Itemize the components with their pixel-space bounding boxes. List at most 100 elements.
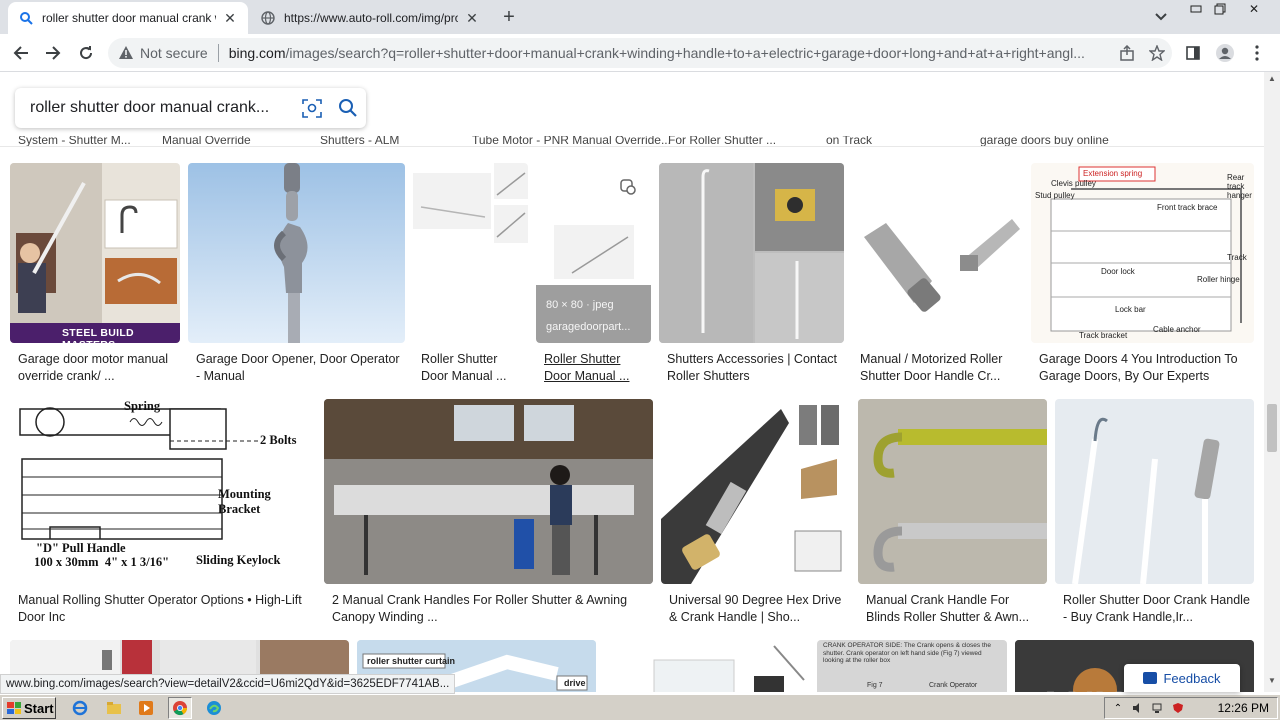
forward-arrow-icon[interactable]: [42, 42, 64, 64]
media-player-icon[interactable]: [136, 698, 156, 718]
image-caption[interactable]: Garage Doors 4 You Introduction To Garag…: [1039, 351, 1253, 385]
close-tab-icon[interactable]: ✕: [222, 10, 238, 26]
search-favicon-icon: [18, 10, 34, 26]
bing-images-page: roller shutter door manual crank... Syst…: [0, 72, 1264, 692]
tab-bing-search[interactable]: roller shutter door manual crank winding…: [8, 2, 248, 34]
magnifier-icon[interactable]: [330, 90, 366, 126]
image-result-tile[interactable]: Extension spring Clevis pulley Stud pull…: [1031, 163, 1254, 343]
minimize-icon[interactable]: [1184, 0, 1208, 18]
security-shield-icon[interactable]: [1171, 701, 1185, 715]
search-box[interactable]: roller shutter door manual crank...: [15, 88, 366, 128]
folder-icon[interactable]: [104, 698, 124, 718]
image-result-tile[interactable]: [858, 399, 1047, 584]
start-label: Start: [24, 700, 54, 716]
divider: [0, 146, 1264, 147]
profile-avatar-icon[interactable]: [1214, 42, 1236, 64]
url-path: /images/search?q=roller+shutter+door+man…: [285, 45, 1085, 61]
image-result-tile[interactable]: CRANK OPERATOR SIDE: The Crank opens & c…: [817, 640, 1007, 692]
image-caption[interactable]: Manual Crank Handle For Blinds Roller Sh…: [866, 592, 1046, 626]
hex-handle-photo: [864, 219, 1020, 312]
garage-crank-photo: [10, 163, 180, 343]
speaker-icon[interactable]: [1131, 701, 1145, 715]
image-caption[interactable]: Universal 90 Degree Hex Drive & Crank Ha…: [669, 592, 849, 626]
scrollbar-thumb[interactable]: [1267, 404, 1277, 452]
side-panel-icon[interactable]: [1182, 42, 1204, 64]
image-result-tile[interactable]: [604, 640, 809, 692]
scroll-down-arrow-icon[interactable]: ▼: [1264, 676, 1280, 690]
feedback-label: Feedback: [1163, 670, 1221, 686]
diagram-label: 2 Bolts: [260, 433, 297, 447]
image-result-tile[interactable]: [1055, 399, 1254, 584]
diagram-label: Mounting Bracket: [218, 487, 271, 516]
image-result-tile[interactable]: [188, 163, 405, 343]
image-result-tile-hovered[interactable]: 80 × 80 · jpeg garagedoorpart...: [536, 163, 651, 343]
page-scrollbar[interactable]: ▲ ▼: [1264, 72, 1280, 692]
image-result-tile[interactable]: Spring 2 Bolts Mounting Bracket "D" Pull…: [10, 399, 316, 584]
start-button[interactable]: Start: [2, 697, 56, 719]
tab-auto-roll[interactable]: https://www.auto-roll.com/img/products ✕: [250, 2, 490, 34]
share-icon[interactable]: [1112, 38, 1142, 68]
diagram-label: Stud pulley: [1035, 191, 1075, 200]
image-source: garagedoorpart...: [546, 321, 631, 333]
warning-triangle-icon[interactable]: [118, 45, 134, 61]
network-icon[interactable]: [1151, 701, 1165, 715]
bookmark-star-icon[interactable]: [1142, 38, 1172, 68]
diagram-label: Door lock: [1101, 267, 1135, 276]
image-caption[interactable]: Roller Shutter Door Crank Handle - Buy C…: [1063, 592, 1253, 626]
security-label[interactable]: Not secure: [140, 45, 208, 61]
diagram-label: drive: [564, 678, 586, 688]
image-caption[interactable]: Roller Shutter Door Manual ...: [544, 351, 644, 385]
browser-toolbar: Not secure bing.com/images/search?q=roll…: [0, 34, 1280, 72]
divider: [217, 44, 219, 62]
tile-overlay-text: STEEL BUILD MASTERS: [62, 327, 134, 343]
image-result-tile[interactable]: [661, 399, 850, 584]
image-caption[interactable]: Garage Door Opener, Door Operator - Manu…: [196, 351, 402, 385]
close-window-icon[interactable]: ✕: [1242, 0, 1266, 18]
address-bar[interactable]: Not secure bing.com/images/search?q=roll…: [108, 38, 1172, 68]
new-tab-icon[interactable]: +: [498, 6, 520, 28]
restore-icon[interactable]: [1208, 0, 1232, 18]
image-meta: 80 × 80 · jpeg: [546, 299, 614, 311]
image-result-tile[interactable]: [659, 163, 844, 343]
reload-icon[interactable]: [75, 42, 97, 64]
chrome-taskbar-icon[interactable]: [168, 697, 192, 719]
diagram-label: Roller hinge: [1197, 275, 1240, 284]
chat-bubble-icon: [1143, 672, 1158, 684]
visual-search-icon[interactable]: [618, 177, 638, 197]
diagram-label: Fig 7: [867, 682, 883, 689]
image-caption[interactable]: Shutters Accessories | Contact Roller Sh…: [667, 351, 843, 385]
image-result-tile[interactable]: [324, 399, 653, 584]
tab-search-chevron-icon[interactable]: [1152, 8, 1170, 26]
garage-door-diagram: [1050, 166, 1242, 332]
diagram-label: 100 x 30mm 4" x 1 3/16": [34, 555, 170, 569]
url-domain: bing.com: [228, 45, 286, 61]
image-caption[interactable]: 2 Manual Crank Handles For Roller Shutte…: [332, 592, 652, 626]
scroll-up-arrow-icon[interactable]: ▲: [1264, 74, 1280, 88]
camera-lens-icon[interactable]: [294, 90, 330, 126]
crank-hook-photo: [858, 399, 1047, 584]
back-arrow-icon[interactable]: [10, 42, 32, 64]
feedback-button[interactable]: Feedback: [1124, 664, 1240, 692]
taskbar-clock[interactable]: 12:26 PM: [1218, 701, 1269, 715]
image-caption[interactable]: Roller Shutter Door Manual ...: [421, 351, 521, 385]
tab-title: https://www.auto-roll.com/img/products: [284, 11, 458, 25]
image-result-tile[interactable]: STEEL BUILD MASTERS: [10, 163, 180, 343]
diagram-label: Clevis pulley: [1051, 179, 1096, 188]
image-caption[interactable]: Garage door motor manual override crank/…: [18, 351, 178, 385]
ie-icon[interactable]: [70, 698, 90, 718]
globe-icon: [260, 10, 276, 26]
image-result-tile[interactable]: [852, 163, 1023, 343]
search-input[interactable]: roller shutter door manual crank...: [30, 99, 294, 117]
url-text[interactable]: bing.com/images/search?q=roller+shutter+…: [229, 45, 1112, 61]
image-caption[interactable]: Manual Rolling Shutter Operator Options …: [18, 592, 314, 626]
image-caption[interactable]: Manual / Motorized Roller Shutter Door H…: [860, 351, 1020, 385]
status-link-url: www.bing.com/images/search?view=detailV2…: [0, 674, 456, 694]
close-tab-icon[interactable]: ✕: [464, 10, 480, 26]
show-hidden-icons-icon[interactable]: ⌃: [1111, 701, 1125, 715]
kebab-menu-icon[interactable]: [1246, 42, 1268, 64]
crank-operator-photo: [653, 645, 805, 692]
image-result-tile[interactable]: [413, 163, 528, 343]
edge-icon[interactable]: [204, 698, 224, 718]
diagram-label: CRANK OPERATOR SIDE: The Crank opens & c…: [823, 642, 991, 664]
hook-chain-photo: [274, 163, 308, 343]
